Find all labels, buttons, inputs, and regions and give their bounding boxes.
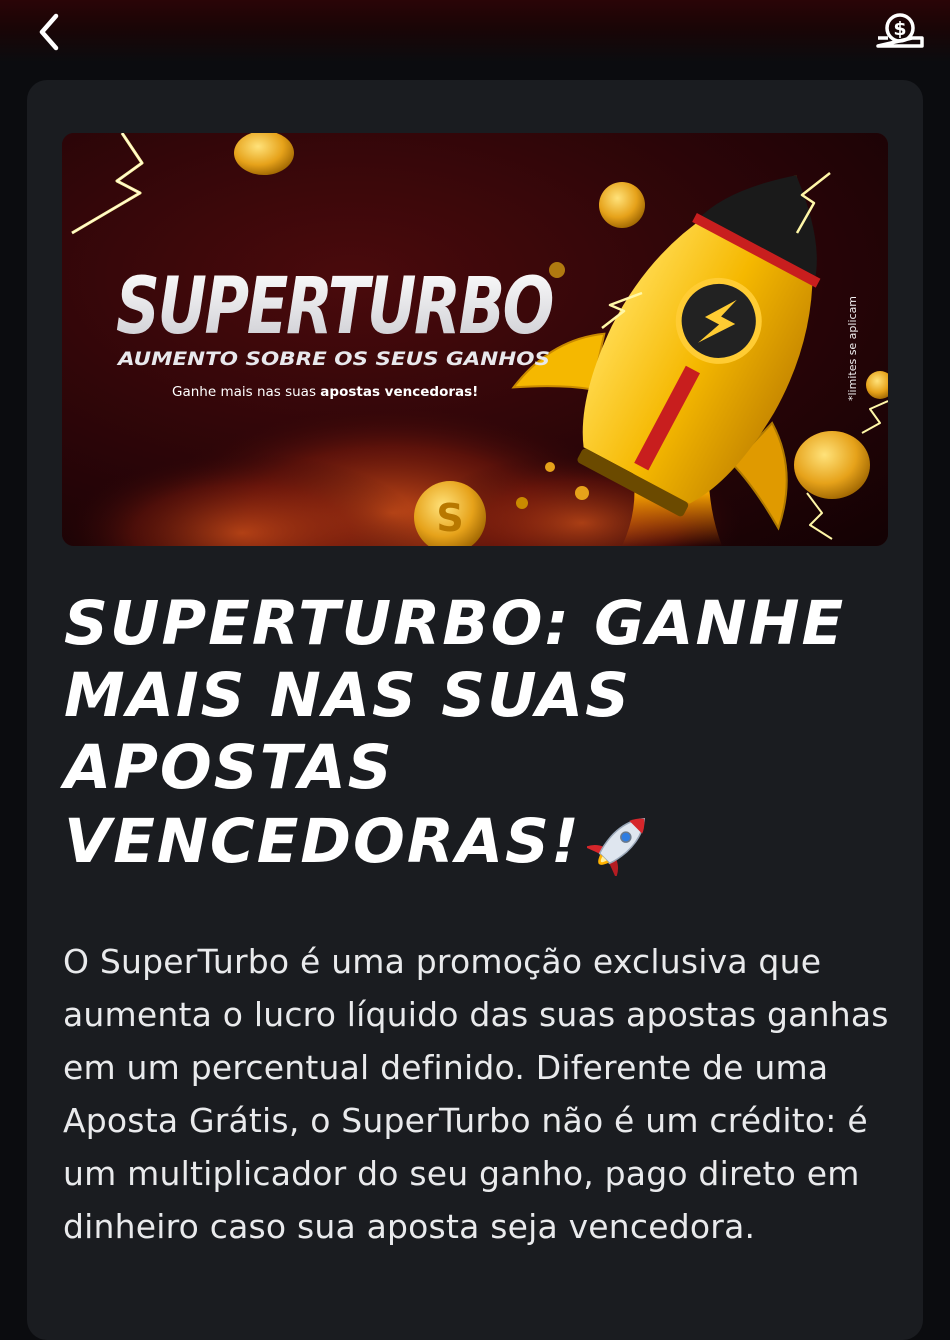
top-bar: $: [0, 0, 950, 62]
rocket-icon: [586, 817, 645, 876]
back-button[interactable]: [28, 10, 72, 54]
article-body: O SuperTurbo é uma promoção exclusiva qu…: [63, 942, 889, 1246]
svg-text:$: $: [893, 18, 906, 40]
promo-banner: S SUPERTURBO AUMENTO SOBRE OS SEUS GANHO…: [62, 133, 888, 546]
wallet-button[interactable]: $: [872, 8, 928, 52]
banner-illustration: S SUPERTURBO AUMENTO SOBRE OS SEUS GANHO…: [62, 133, 888, 546]
banner-tagline: Ganhe mais nas suas apostas vencedoras!: [172, 384, 478, 400]
article-title-text: SUPERTURBO: GANHE MAIS NAS SUAS APOSTAS …: [64, 588, 846, 877]
money-wallet-icon: $: [876, 13, 924, 48]
svg-text:S: S: [436, 496, 463, 540]
banner-disclaimer: *limites se aplicam: [846, 296, 859, 401]
banner-brand: SUPERTURBO: [116, 262, 553, 352]
banner-tagline-bold: apostas vencedoras!: [320, 384, 478, 400]
article-title: SUPERTURBO: GANHE MAIS NAS SUAS APOSTAS …: [64, 588, 894, 878]
banner-tagline-prefix: Ganhe mais nas suas: [172, 384, 320, 400]
banner-subtitle: AUMENTO SOBRE OS SEUS GANHOS: [116, 348, 550, 370]
chevron-left-icon: [39, 13, 59, 51]
